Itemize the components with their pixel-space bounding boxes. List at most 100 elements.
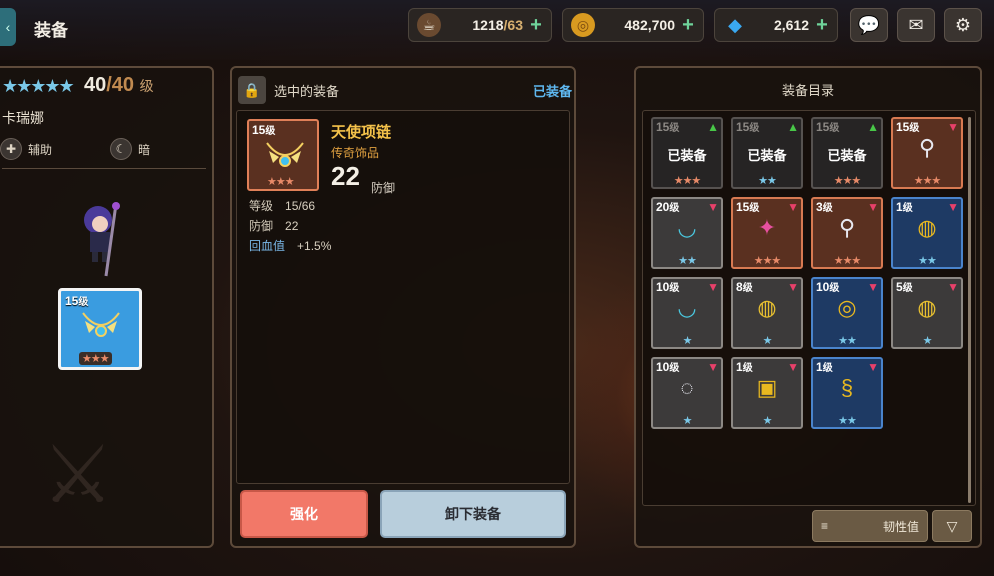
catalog-item[interactable]: 8级 ▼ ◍ ★ [731, 277, 803, 349]
card-stars: ★★★ [267, 176, 295, 188]
upgrade-arrow-icon: ▲ [867, 120, 879, 134]
gold-amulet-icon: ◎ [837, 295, 857, 320]
downgrade-arrow-icon: ▼ [947, 280, 959, 294]
emerald-ring-icon: ◍ [757, 295, 777, 320]
coffee-cup-icon: ☕ [417, 13, 441, 37]
item-stars: ★★★ [753, 255, 782, 267]
item-level: 1 [896, 200, 903, 214]
gold-counter: ◎ 482,700 + [562, 8, 704, 42]
list-icon: ≡ [821, 519, 829, 533]
item-stars: ★ [682, 415, 693, 427]
stat-value: +1.5% [297, 239, 332, 253]
catalog-item[interactable]: 5级 ▼ ◍ ★ [891, 277, 963, 349]
downgrade-arrow-icon: ▼ [867, 280, 879, 294]
filter-label: 韧性值 [882, 519, 919, 534]
role-label: 辅助 [28, 142, 53, 157]
item-stars: ★★★ [833, 175, 862, 187]
enhance-button[interactable]: 强化 [240, 490, 368, 538]
catalog-scrollbar[interactable] [968, 117, 971, 503]
chat-bubble-icon: 💬 [857, 14, 881, 35]
catalog-item[interactable]: 1级 ▼ ▣ ★ [731, 357, 803, 429]
pendant-icon: ⚲ [838, 215, 856, 240]
item-level: 10 [656, 280, 670, 294]
gold-ring-icon: ▣ [756, 375, 778, 400]
item-level-unit: 级 [669, 203, 680, 214]
item-level-unit: 级 [829, 283, 840, 294]
downgrade-arrow-icon: ▼ [947, 120, 959, 134]
back-button[interactable]: ‹ [0, 8, 16, 46]
item-level-unit: 级 [822, 363, 833, 374]
catalog-title: 装备目录 [781, 83, 834, 98]
chat-button[interactable]: 💬 [850, 8, 888, 42]
character-name: 卡瑞娜 [2, 110, 44, 126]
gold-value: 482,700 [624, 17, 675, 33]
mail-icon: ✉ [908, 14, 924, 35]
sort-toggle-button[interactable]: ▽ [932, 510, 972, 542]
item-level-unit: 级 [669, 123, 680, 134]
pink-pendant-icon: ✦ [757, 215, 777, 240]
catalog-item[interactable]: 3级 ▼ ⚲ ★★★ [811, 197, 883, 269]
gold-ring-icon: ◍ [917, 215, 937, 240]
item-level-unit: 级 [749, 203, 760, 214]
crossed-swords-icon: ⚔ [42, 430, 114, 519]
stat-regen: 回血值 +1.5% [249, 237, 331, 254]
downgrade-arrow-icon: ▼ [947, 200, 959, 214]
level-current: 40 [84, 74, 107, 96]
item-stars: ★★ [918, 255, 937, 267]
item-stars: ★★ [838, 335, 857, 347]
upgrade-arrow-icon: ▲ [707, 120, 719, 134]
angel-necklace-icon [266, 142, 304, 167]
add-stamina-button[interactable]: + [529, 14, 543, 37]
catalog-item[interactable]: 15级 ▲ 已装备 ★★ [731, 117, 803, 189]
stat-key: 等级 [249, 199, 274, 213]
character-stars-icon: ★★★★★ [2, 76, 75, 96]
catalog-grid: 15级 ▲ 已装备 ★★★ 15级 ▲ 已装备 ★★ 15级 ▲ 已装备 ★★★… [642, 110, 976, 506]
add-gem-button[interactable]: + [815, 14, 829, 37]
dark-moon-icon: ☾ [110, 138, 132, 160]
item-level-unit: 级 [829, 123, 840, 134]
item-level-unit: 级 [822, 203, 833, 214]
catalog-item[interactable]: 10级 ▼ ◌ ★ [651, 357, 723, 429]
catalog-item[interactable]: 15级 ▼ ✦ ★★★ [731, 197, 803, 269]
downgrade-arrow-icon: ▼ [787, 280, 799, 294]
catalog-item[interactable]: 10级 ▼ ◡ ★ [651, 277, 723, 349]
character-level: 40/40 级 [84, 74, 154, 97]
stat-value: 15/66 [285, 199, 316, 213]
equipped-label: 已装备 [667, 148, 707, 163]
selected-title: 选中的装备 [274, 83, 340, 99]
level-max: /40 [106, 74, 135, 96]
catalog-item[interactable]: 15级 ▼ ⚲ ★★★ [891, 117, 963, 189]
gem-value: 2,612 [773, 17, 809, 33]
unequip-button[interactable]: 卸下装备 [380, 490, 566, 538]
card-level-unit: 级 [265, 126, 276, 137]
stat-value: 22 [285, 219, 299, 233]
item-level: 5 [896, 280, 903, 294]
item-level: 15 [736, 120, 750, 134]
equipment-catalog-panel: 装备目录 15级 ▲ 已装备 ★★★ 15级 ▲ 已装备 ★★ 15级 ▲ 已装… [634, 66, 982, 548]
catalog-item[interactable]: 15级 ▲ 已装备 ★★★ [651, 117, 723, 189]
stamina-value: 1218 [472, 17, 504, 33]
catalog-item[interactable]: 10级 ▼ ◎ ★★ [811, 277, 883, 349]
pendant-icon: ⚲ [918, 135, 936, 160]
item-level-unit: 级 [909, 123, 920, 134]
selected-header: 🔒 选中的装备 已装备 [238, 74, 572, 106]
item-stars: ★ [682, 335, 693, 347]
catalog-item[interactable]: 15级 ▲ 已装备 ★★★ [811, 117, 883, 189]
item-stars: ★★ [838, 415, 857, 427]
item-level: 1 [816, 360, 823, 374]
add-gold-button[interactable]: + [681, 14, 695, 37]
equipped-necklace-slot[interactable]: 15级 ★★★ [58, 288, 142, 370]
triangle-down-icon: ▽ [946, 517, 958, 534]
lock-icon[interactable]: 🔒 [238, 76, 266, 104]
item-stars: ★★ [758, 175, 777, 187]
catalog-item[interactable]: 1级 ▼ § ★★ [811, 357, 883, 429]
item-name: 天使项链 [331, 124, 392, 141]
filter-dropdown[interactable]: ≡ 韧性值 [812, 510, 928, 542]
catalog-item[interactable]: 1级 ▼ ◍ ★★ [891, 197, 963, 269]
mail-button[interactable]: ✉ [897, 8, 935, 42]
stat-key: 回血值 [249, 239, 286, 253]
support-role-icon: ✚ [0, 138, 22, 160]
item-level-unit: 级 [749, 123, 760, 134]
catalog-item[interactable]: 20级 ▼ ◡ ★★ [651, 197, 723, 269]
settings-button[interactable]: ⚙ [944, 8, 982, 42]
